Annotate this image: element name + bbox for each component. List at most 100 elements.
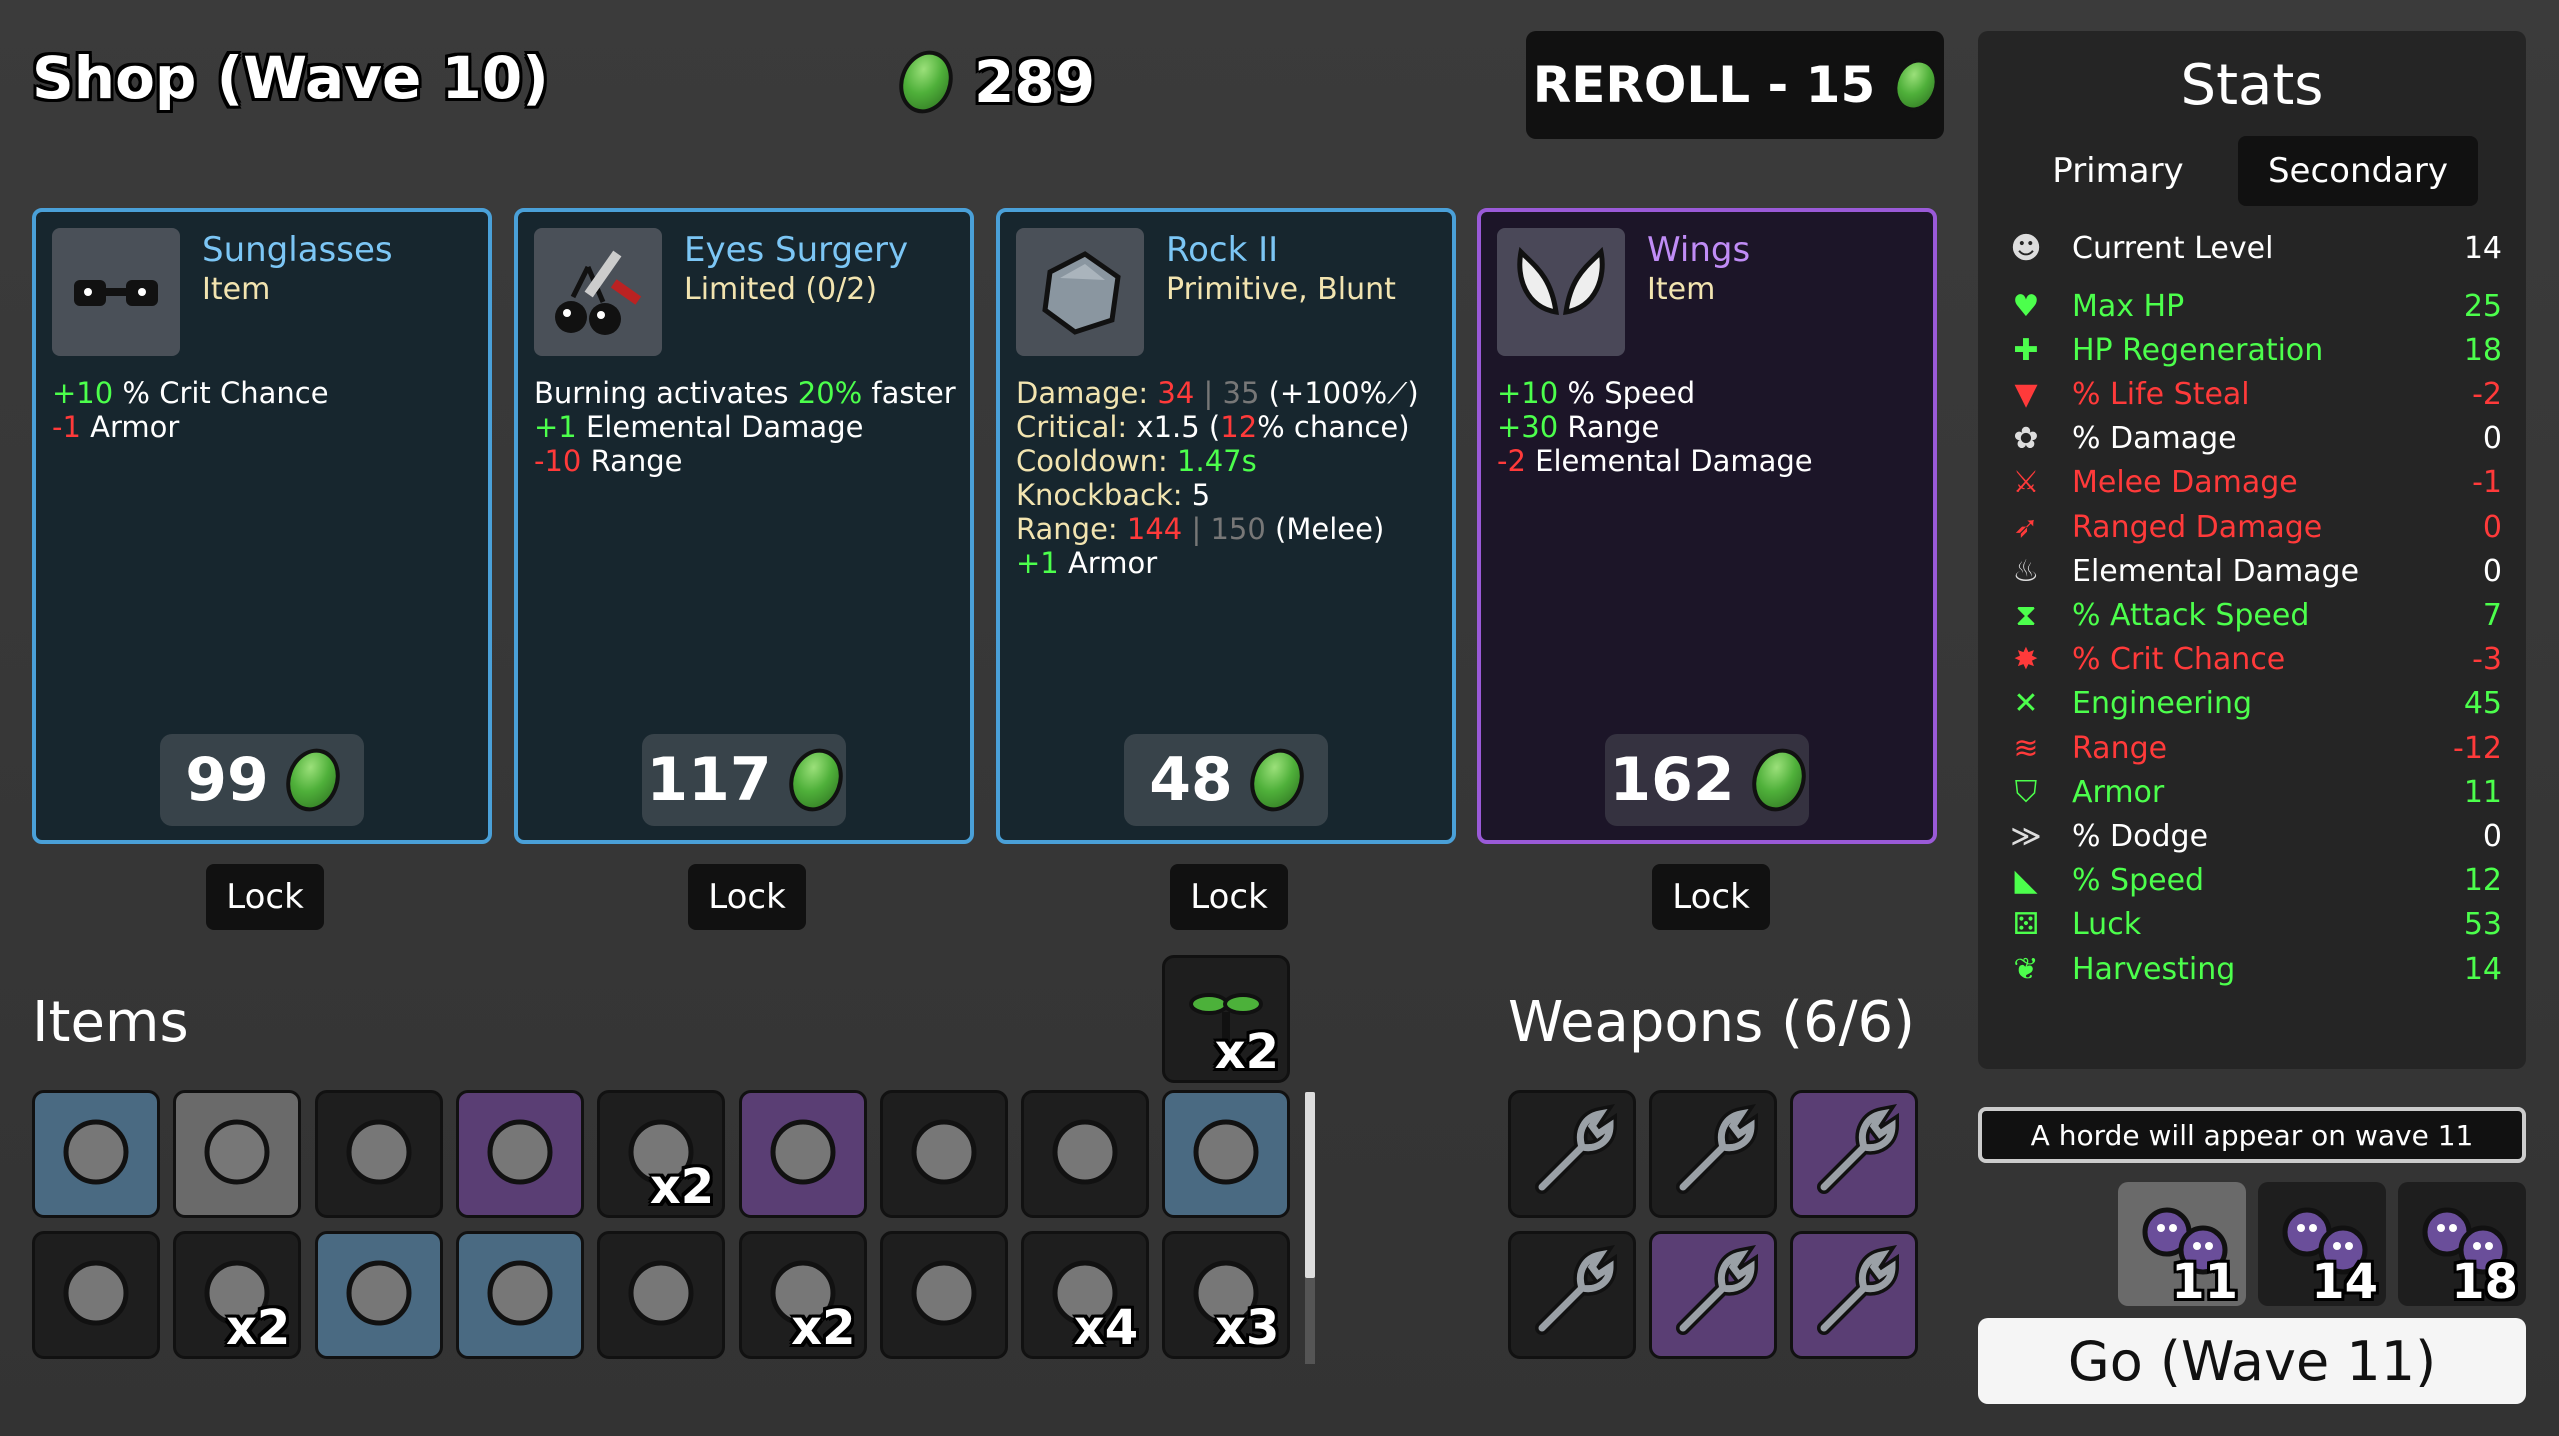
- wheat-icon: ❦: [2013, 951, 2039, 987]
- wrench-weapon-icon: [1522, 1102, 1622, 1206]
- stat-row[interactable]: ❦ Harvesting 14: [2006, 947, 2502, 991]
- shop-card[interactable]: Rock II Primitive, Blunt Damage: 34 | 35…: [996, 208, 1456, 844]
- stat-row[interactable]: ➶ Ranged Damage 0: [2006, 505, 2502, 549]
- stat-row[interactable]: ⛉ Armor 11: [2006, 770, 2502, 814]
- reroll-button[interactable]: REROLL - 15: [1526, 31, 1945, 139]
- shop-item-name: Wings: [1647, 230, 1751, 270]
- description-segment: +1: [534, 410, 577, 444]
- inventory-item-slot[interactable]: [879, 1231, 1008, 1359]
- inventory-item-slot[interactable]: x2: [738, 1231, 867, 1359]
- description-segment: Cooldown:: [1016, 444, 1178, 478]
- stat-row[interactable]: ▼ % Life Steal -2: [2006, 372, 2502, 416]
- weapon-slot[interactable]: [1649, 1231, 1777, 1359]
- stat-row[interactable]: ♨ Elemental Damage 0: [2006, 549, 2502, 593]
- stat-label: Current Level: [2072, 230, 2274, 266]
- weapon-slot[interactable]: [1508, 1090, 1636, 1218]
- description-segment: 1.47s: [1177, 444, 1257, 478]
- hourglass-icon: ⧗: [2015, 597, 2037, 633]
- stat-row[interactable]: ⚄ Luck 53: [2006, 903, 2502, 947]
- description-segment: faster: [862, 376, 956, 410]
- description-segment: Critical:: [1016, 410, 1137, 444]
- description-line: -1 Armor: [52, 410, 482, 444]
- weapon-slot[interactable]: [1790, 1231, 1918, 1359]
- helmet-icon: [192, 1107, 282, 1201]
- money-display: 289: [890, 43, 1095, 121]
- wrench-weapon-icon: [1804, 1102, 1904, 1206]
- stat-row[interactable]: ✿ % Damage 0: [2006, 417, 2502, 461]
- mushroom-icon: [899, 1107, 989, 1201]
- description-segment: +30: [1497, 410, 1559, 444]
- inventory-item-slot[interactable]: [32, 1090, 160, 1218]
- stat-row[interactable]: ◣ % Speed 12: [2006, 859, 2502, 903]
- shop-card[interactable]: Wings Item +10 % Speed +30 Range -2 Elemen…: [1477, 208, 1937, 844]
- inventory-item-slot[interactable]: [455, 1090, 584, 1218]
- inventory-item-slot[interactable]: [1162, 1090, 1291, 1218]
- stat-row[interactable]: ⚔ Melee Damage -1: [2006, 461, 2502, 505]
- lock-button[interactable]: Lock: [1170, 864, 1288, 930]
- level-icon: ☻: [2010, 230, 2042, 266]
- go-next-wave-button[interactable]: Go (Wave 11): [1978, 1318, 2526, 1404]
- stat-row[interactable]: ☻ Current Level 14: [2006, 226, 2502, 270]
- material-icon: [1887, 53, 1945, 117]
- tab-secondary[interactable]: Secondary: [2238, 136, 2478, 206]
- tab-primary[interactable]: Primary: [2018, 136, 2218, 206]
- description-segment: Range:: [1016, 512, 1127, 546]
- lock-button[interactable]: Lock: [1652, 864, 1770, 930]
- buy-price-button[interactable]: 48: [1124, 734, 1328, 826]
- stat-label: Harvesting: [2072, 951, 2236, 987]
- weapon-slot[interactable]: [1649, 1090, 1777, 1218]
- stat-row[interactable]: ✕ Engineering 45: [2006, 682, 2502, 726]
- inventory-item-slot[interactable]: [879, 1090, 1008, 1218]
- description-line: +1 Armor: [1016, 546, 1446, 580]
- shop-card[interactable]: Eyes Surgery Limited (0/2) Burning activ…: [514, 208, 974, 844]
- stat-label: Melee Damage: [2072, 465, 2298, 501]
- stat-row[interactable]: ✸ % Crit Chance -3: [2006, 638, 2502, 682]
- inventory-item-slot[interactable]: x2: [173, 1231, 302, 1359]
- stat-label: % Speed: [2072, 863, 2205, 899]
- buy-price-button[interactable]: 99: [160, 734, 364, 826]
- lock-button[interactable]: Lock: [688, 864, 806, 930]
- buy-price-button[interactable]: 117: [642, 734, 852, 826]
- boot-icon: ◣: [2014, 863, 2038, 899]
- inventory-item-slot[interactable]: x3: [1162, 1231, 1291, 1359]
- target-icon: [1040, 1107, 1130, 1201]
- inventory-item-slot[interactable]: x2: [597, 1090, 726, 1218]
- inventory-item-slot[interactable]: [314, 1090, 443, 1218]
- weapon-slot[interactable]: [1508, 1231, 1636, 1359]
- shop-item-type: Limited (0/2): [684, 272, 878, 307]
- inventory-item-slot[interactable]: [314, 1231, 443, 1359]
- stat-row[interactable]: ♥ Max HP 25: [2006, 284, 2502, 328]
- stat-label: Luck: [2072, 907, 2142, 943]
- inventory-item-slot[interactable]: [173, 1090, 302, 1218]
- buy-price-button[interactable]: 162: [1605, 734, 1815, 826]
- stat-row[interactable]: ≫ % Dodge 0: [2006, 814, 2502, 858]
- stat-row[interactable]: ✚ HP Regeneration 18: [2006, 328, 2502, 372]
- tools-icon: [475, 1107, 565, 1201]
- stat-row[interactable]: ⧗ % Attack Speed 7: [2006, 593, 2502, 637]
- inventory-item-slot[interactable]: x4: [1021, 1231, 1150, 1359]
- shop-item-type: Item: [202, 272, 271, 307]
- material-icon: [1743, 741, 1815, 819]
- lock-button[interactable]: Lock: [206, 864, 324, 930]
- inventory-item-slot[interactable]: [455, 1231, 584, 1359]
- description-segment: Burning activates: [534, 376, 798, 410]
- heart-icon: ♥: [2012, 288, 2040, 324]
- weapon-slot[interactable]: [1790, 1090, 1918, 1218]
- inventory-item-slot[interactable]: [738, 1090, 867, 1218]
- shop-item-name: Rock II: [1166, 230, 1279, 270]
- inventory-item-slot[interactable]: x2: [1162, 955, 1290, 1083]
- stat-label: % Dodge: [2072, 818, 2209, 854]
- items-scrollbar-thumb[interactable]: [1305, 1092, 1315, 1278]
- description-line: +10 % Speed: [1497, 376, 1927, 410]
- inventory-item-slot[interactable]: [1021, 1090, 1150, 1218]
- reroll-label: REROLL - 15: [1532, 56, 1876, 114]
- price-value: 117: [646, 745, 772, 815]
- shop-card[interactable]: Sunglasses Item +10 % Crit Chance -1 Armo…: [32, 208, 492, 844]
- stat-value: 12: [2463, 863, 2502, 899]
- stat-row[interactable]: ≋ Range -12: [2006, 726, 2502, 770]
- inventory-item-slot[interactable]: [597, 1231, 726, 1359]
- description-segment: 20%: [797, 376, 863, 410]
- inventory-item-slot[interactable]: [32, 1231, 160, 1359]
- crit-icon: ✸: [2013, 642, 2039, 678]
- wrench-weapon-icon: [1663, 1102, 1763, 1206]
